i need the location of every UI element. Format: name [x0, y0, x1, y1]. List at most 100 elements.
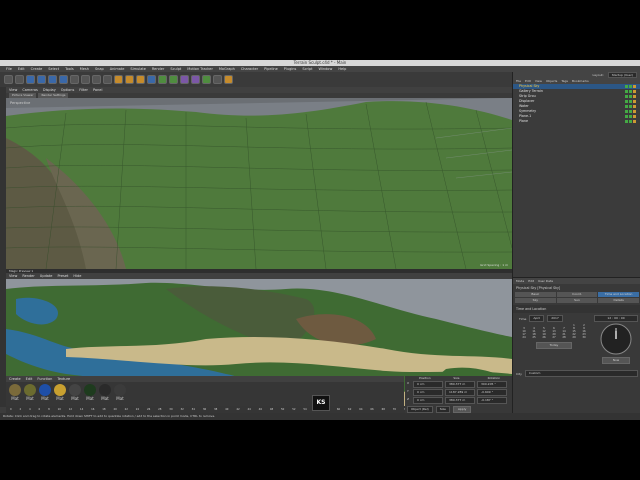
visibility-dot-icon[interactable] [625, 120, 628, 123]
object-row[interactable]: Plane [513, 119, 640, 124]
coord-pos-field[interactable]: 0 cm [413, 389, 443, 396]
visibility-dot-icon[interactable] [625, 95, 628, 98]
attr-tab[interactable]: Coord. [556, 292, 598, 297]
coord-rot-field[interactable]: -0.609 ° [477, 389, 507, 396]
attr-menu-item[interactable]: Edit [528, 278, 534, 284]
coord-mode-dropdown[interactable]: Object (Rel) [407, 406, 433, 413]
visibility-dot-icon[interactable] [633, 105, 636, 108]
coord-size-field[interactable]: 380.377 m [445, 381, 475, 388]
material-swatch[interactable]: Mat [99, 384, 111, 401]
render-picture-viewer-icon[interactable] [125, 75, 134, 84]
clock-field[interactable]: 12 : 00 : 00 [594, 315, 638, 322]
material-swatch[interactable]: Mat [24, 384, 36, 401]
calendar-day[interactable]: 30 [579, 336, 589, 339]
coord-pos-field[interactable]: 0 cm [413, 397, 443, 404]
clock-dial-icon[interactable] [600, 323, 632, 355]
scale-icon[interactable] [48, 75, 57, 84]
attr-tab[interactable]: Sky [515, 298, 556, 303]
material-swatch[interactable]: Mat [114, 384, 126, 401]
visibility-dot-icon[interactable] [633, 95, 636, 98]
today-button[interactable]: Today [536, 342, 572, 349]
attr-menu-item[interactable]: Mode [516, 278, 524, 284]
deformer-icon[interactable] [191, 75, 200, 84]
material-swatch[interactable]: Mat [84, 384, 96, 401]
move-icon[interactable] [37, 75, 46, 84]
om-menu-item[interactable]: Objects [546, 78, 557, 84]
perspective-viewport[interactable]: View Cameras Display Options Filter Panel Pic… [6, 87, 512, 269]
light-icon[interactable] [224, 75, 233, 84]
coord-rot-field[interactable]: 300.205 ° [477, 381, 507, 388]
render-settings-icon[interactable] [136, 75, 145, 84]
undo-icon[interactable] [4, 75, 13, 84]
material-swatch[interactable]: Mat [54, 384, 66, 401]
visibility-dot-icon[interactable] [625, 105, 628, 108]
render-view-icon[interactable] [114, 75, 123, 84]
material-swatch[interactable]: Mat [39, 384, 51, 401]
coord-rot-field[interactable]: -0.187 ° [477, 397, 507, 404]
visibility-dot-icon[interactable] [625, 100, 628, 103]
coord-size-field[interactable]: 380.377 m [445, 397, 475, 404]
apply-button[interactable]: Apply [452, 406, 472, 413]
material-swatch[interactable]: Mat [69, 384, 81, 401]
calendar-day[interactable]: 27 [549, 336, 559, 339]
year-field[interactable]: 2017 [547, 315, 563, 322]
terrain-wireframe[interactable] [6, 98, 512, 269]
size-mode-dropdown[interactable]: Size [435, 406, 450, 413]
visibility-dot-icon[interactable] [629, 90, 632, 93]
attr-tab[interactable]: Sun [556, 298, 598, 303]
visibility-dot-icon[interactable] [633, 120, 636, 123]
calendar-day[interactable]: 29 [569, 336, 579, 339]
attr-menu-item[interactable]: User Data [538, 278, 553, 284]
attr-tab[interactable]: Basic [515, 292, 556, 297]
calendar-day[interactable]: 24 [519, 336, 529, 339]
visibility-dot-icon[interactable] [633, 90, 636, 93]
visibility-dot-icon[interactable] [625, 110, 628, 113]
coord-pos-field[interactable]: 0 cm [413, 381, 443, 388]
visibility-dot-icon[interactable] [629, 110, 632, 113]
visibility-dot-icon[interactable] [633, 100, 636, 103]
visibility-dot-icon[interactable] [633, 110, 636, 113]
coord-size-field[interactable]: 1187.289 m [445, 389, 475, 396]
camera-icon[interactable] [213, 75, 222, 84]
cube-icon[interactable] [147, 75, 156, 84]
visibility-dot-icon[interactable] [625, 85, 628, 88]
rotate-icon[interactable] [59, 75, 68, 84]
city-dropdown[interactable]: Custom [524, 370, 638, 377]
visibility-dot-icon[interactable] [629, 85, 632, 88]
visibility-dot-icon[interactable] [633, 85, 636, 88]
viewport-menu-item[interactable]: Panel [93, 87, 102, 93]
floor-icon[interactable] [202, 75, 211, 84]
om-menu-item[interactable]: Bookmarks [572, 78, 589, 84]
calendar-day[interactable]: 25 [529, 336, 539, 339]
now-button[interactable]: Now [602, 357, 630, 364]
material-menu-item[interactable]: Create [9, 376, 21, 382]
subdivision-icon[interactable] [169, 75, 178, 84]
y-axis-icon[interactable] [81, 75, 90, 84]
material-menu-item[interactable]: Texture [57, 376, 70, 382]
viewport-menu-item[interactable]: Filter [79, 87, 88, 93]
attr-tab[interactable]: Time and Location [598, 292, 640, 297]
visibility-dot-icon[interactable] [629, 95, 632, 98]
array-icon[interactable] [180, 75, 189, 84]
om-menu-item[interactable]: Tags [561, 78, 568, 84]
month-dropdown[interactable]: April [529, 315, 545, 322]
live-selection-icon[interactable] [26, 75, 35, 84]
redo-icon[interactable] [15, 75, 24, 84]
visibility-dot-icon[interactable] [629, 105, 632, 108]
layout-dropdown[interactable]: Startup (User) [607, 72, 637, 78]
visibility-dot-icon[interactable] [625, 115, 628, 118]
calendar-grid[interactable]: 1 2 3 4 5 6 7 8 9 10 11 12 13 14 15 16 17 18 19 20 21 22 23 24 2… [516, 323, 592, 340]
material-swatch[interactable]: Mat [9, 384, 21, 401]
spline-pen-icon[interactable] [158, 75, 167, 84]
visibility-dot-icon[interactable] [625, 90, 628, 93]
visibility-dot-icon[interactable] [629, 100, 632, 103]
x-axis-icon[interactable] [70, 75, 79, 84]
coord-system-icon[interactable] [103, 75, 112, 84]
material-menu-item[interactable]: Function [37, 376, 52, 382]
visibility-dot-icon[interactable] [629, 115, 632, 118]
z-axis-icon[interactable] [92, 75, 101, 84]
calendar-day[interactable]: 26 [539, 336, 549, 339]
visibility-dot-icon[interactable] [629, 120, 632, 123]
material-menu-item[interactable]: Edit [26, 376, 33, 382]
calendar-day[interactable]: 28 [559, 336, 569, 339]
